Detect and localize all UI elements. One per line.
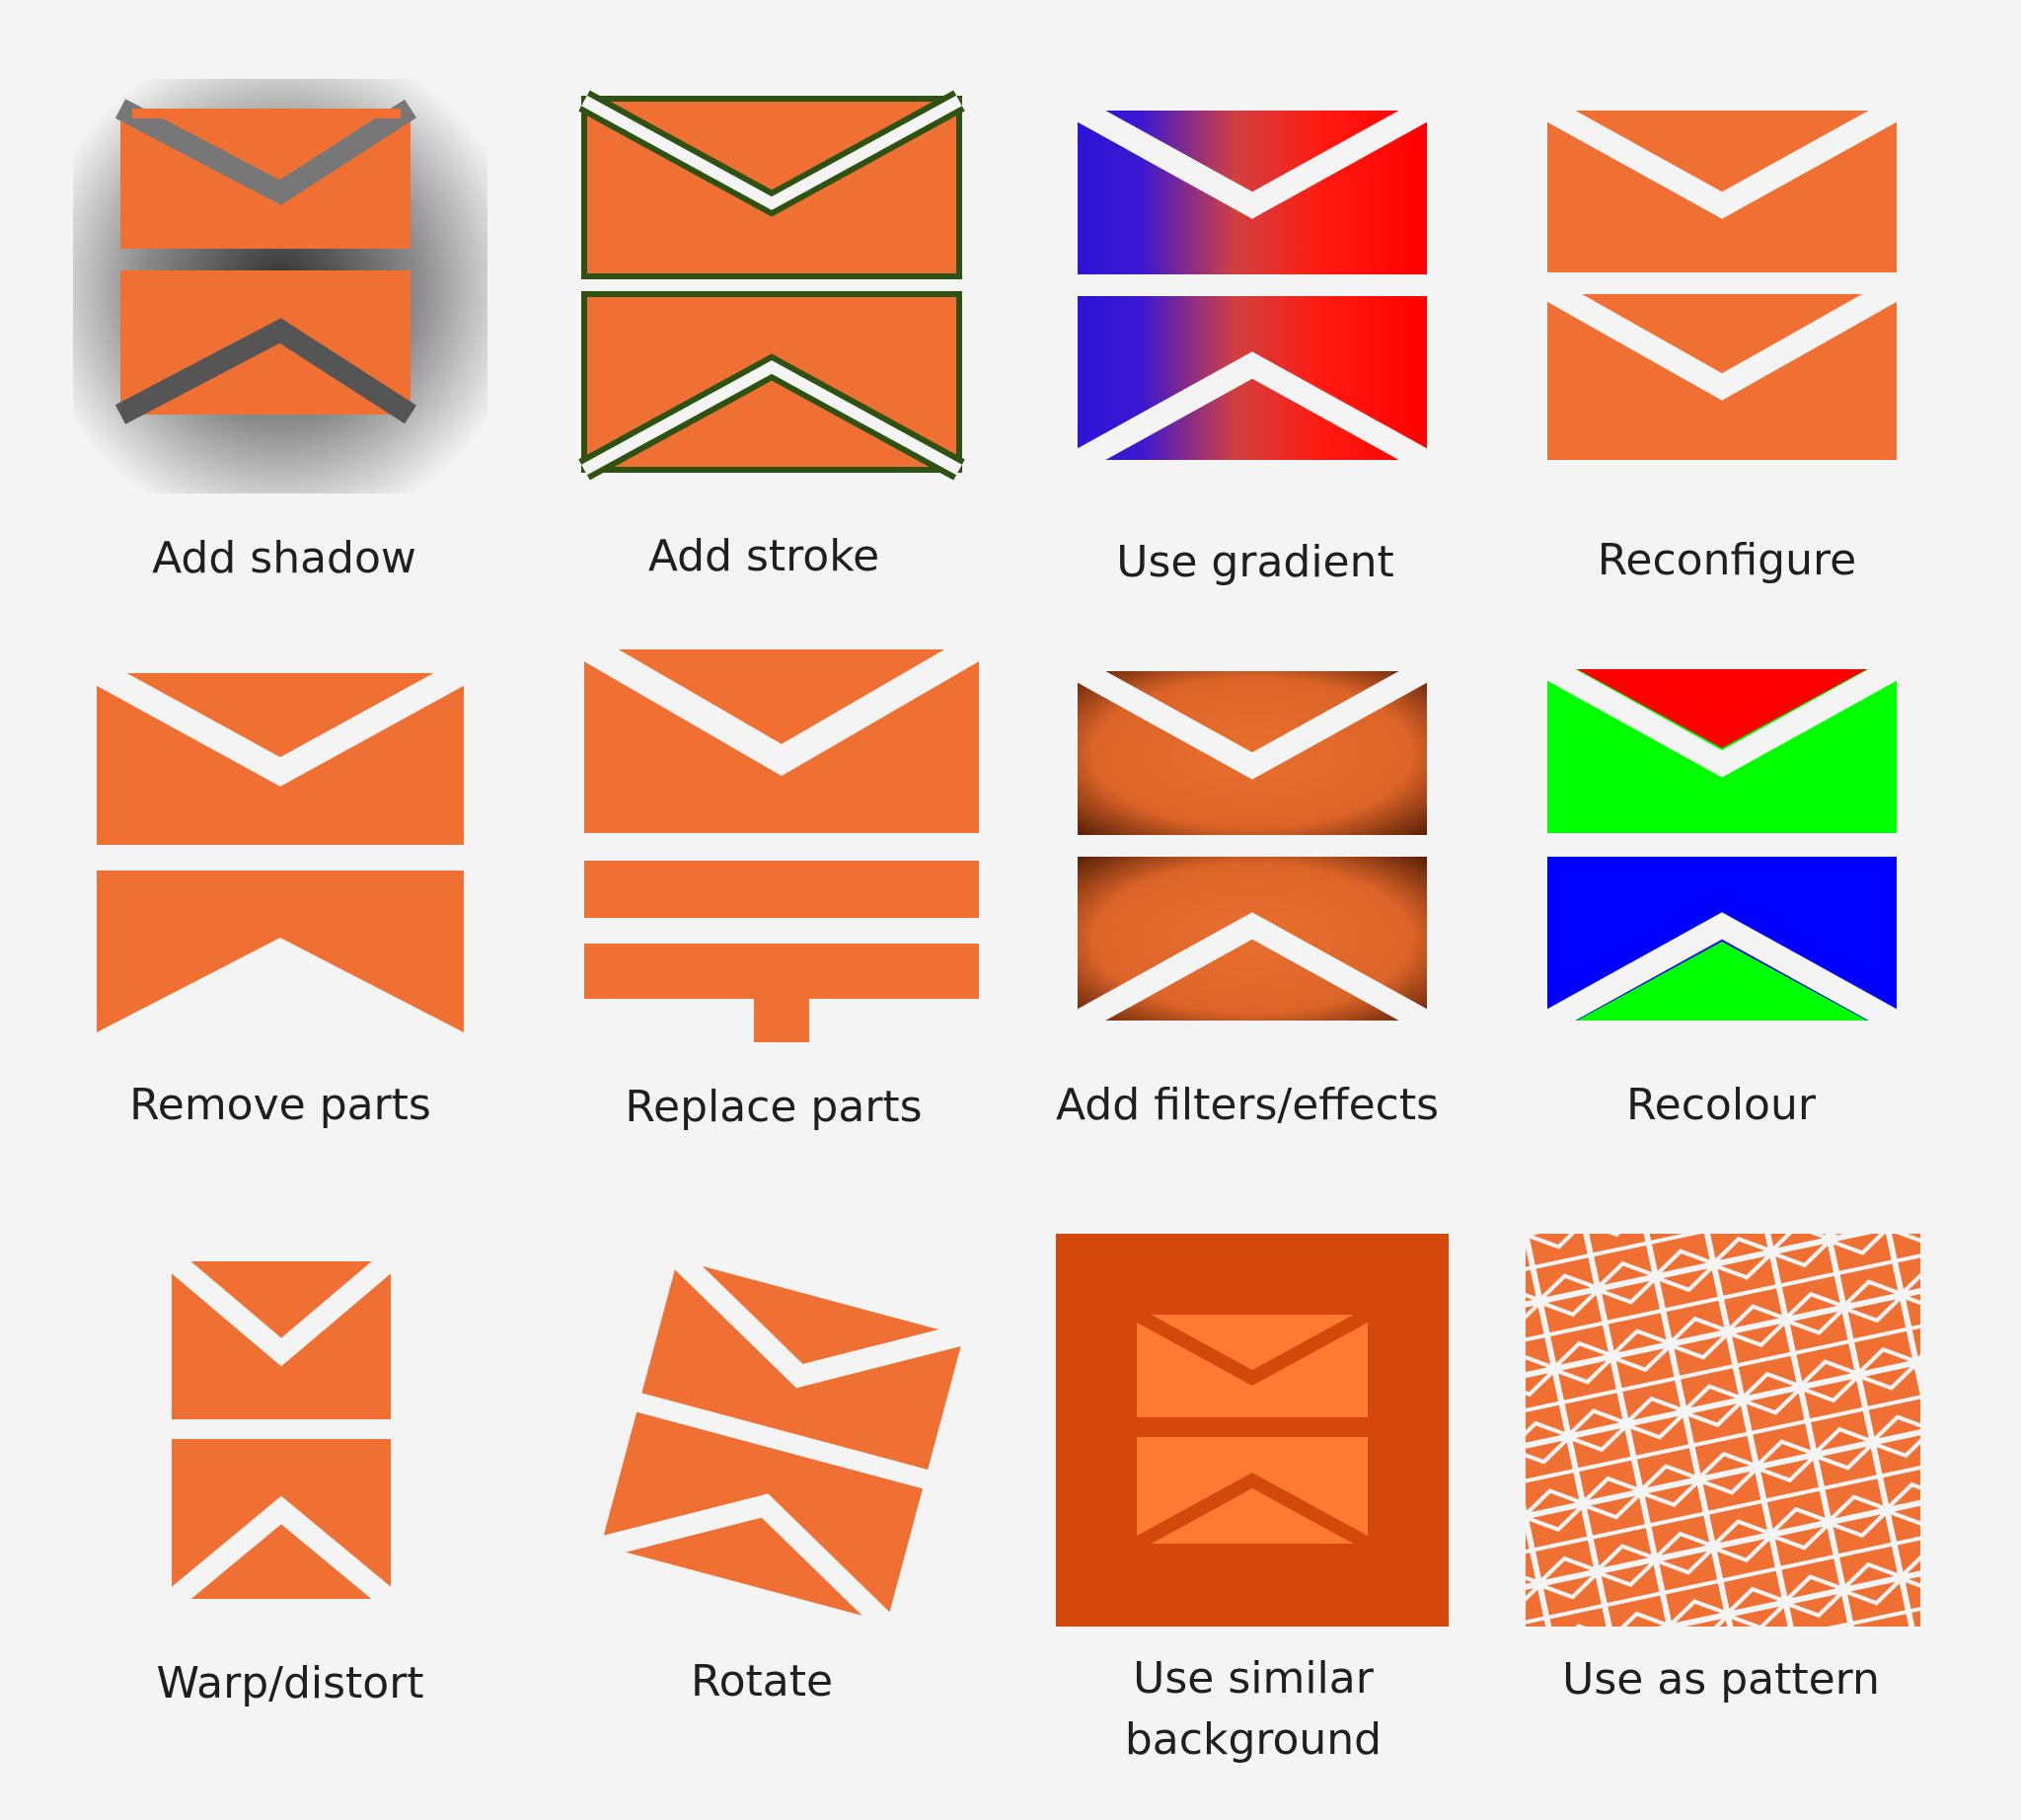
- label-reconfigure: Reconfigure: [1597, 535, 1857, 585]
- envelope-pattern-icon: [1526, 1234, 1920, 1627]
- envelope-warp-icon: [164, 1251, 399, 1610]
- envelope-shadow-icon: [73, 79, 487, 493]
- label-warp-distort: Warp/distort: [156, 1658, 424, 1708]
- envelope-rotate-icon: [596, 1250, 971, 1632]
- label-use-gradient: Use gradient: [1116, 537, 1394, 587]
- envelope-filter-icon: [1072, 658, 1433, 1033]
- label-rotate: Rotate: [690, 1656, 834, 1706]
- label-replace-parts: Replace parts: [625, 1082, 923, 1132]
- envelope-gradient-icon: [1072, 98, 1433, 473]
- label-recolour: Recolour: [1626, 1080, 1816, 1130]
- label-add-shadow: Add shadow: [152, 533, 416, 583]
- label-add-filters-effects: Add filters/effects: [1055, 1080, 1440, 1130]
- label-use-similar-background: Use similar background: [1124, 1653, 1383, 1765]
- envelope-background-icon: [1056, 1234, 1449, 1627]
- envelope-remove-parts-icon: [90, 659, 471, 1032]
- label-remove-parts: Remove parts: [129, 1080, 431, 1130]
- envelope-replace-parts-icon: [576, 633, 987, 1042]
- envelope-recolour-icon: [1541, 656, 1903, 1033]
- label-add-stroke: Add stroke: [647, 531, 880, 581]
- envelope-stroke-icon: [578, 90, 965, 481]
- label-use-as-pattern: Use as pattern: [1562, 1654, 1880, 1705]
- envelope-reconfigure-icon: [1541, 98, 1903, 460]
